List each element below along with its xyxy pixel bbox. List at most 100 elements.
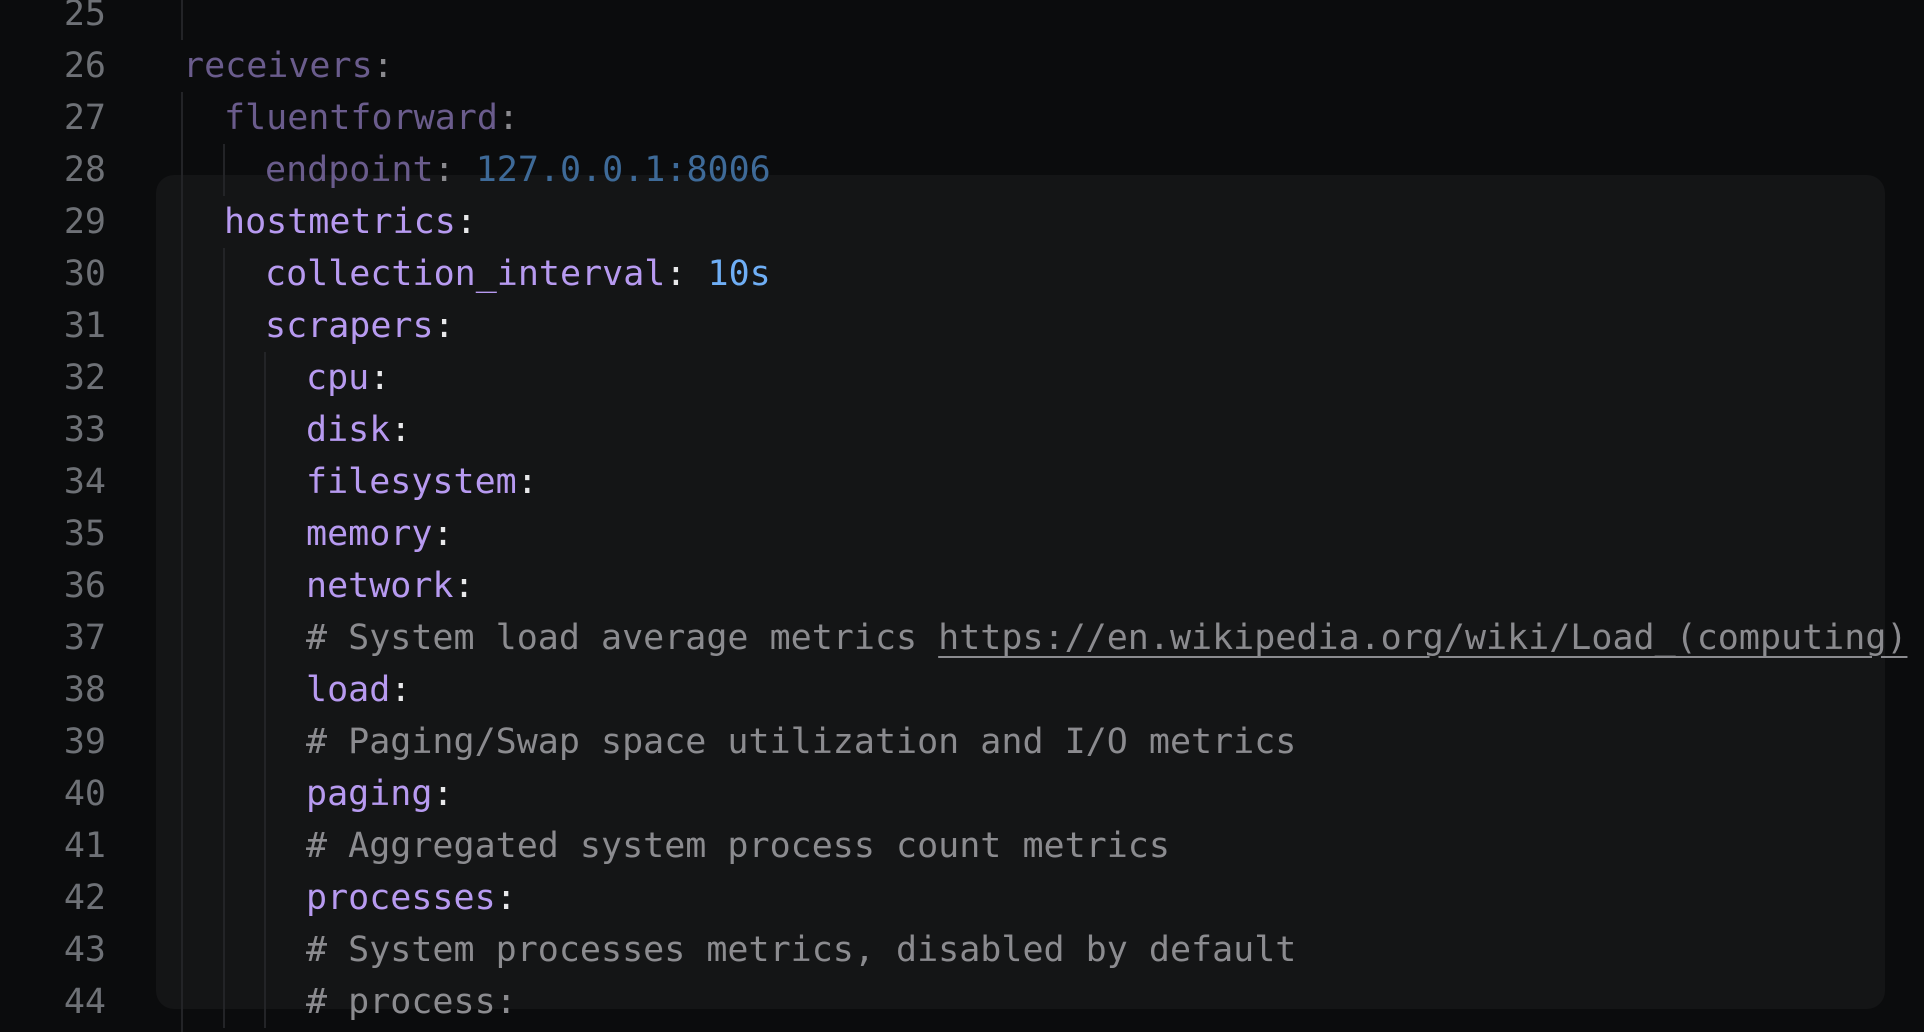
line-number: 41 <box>63 826 106 866</box>
line-number: 26 <box>63 46 106 86</box>
colon: : <box>390 670 412 710</box>
code-text: # System processes metrics, disabled by … <box>306 924 1296 976</box>
code-text: scrapers: <box>265 300 455 352</box>
line-number: 43 <box>63 930 106 970</box>
line-number: 45 <box>0 1028 106 1032</box>
indent-guide <box>223 820 225 872</box>
code-line[interactable]: 37 # System load average metrics https://… <box>0 612 1924 664</box>
indent-guide <box>223 560 225 612</box>
indent-guide <box>264 872 266 924</box>
yaml-value: 10s <box>707 254 771 294</box>
code-text: collection_interval: 10s <box>265 248 771 300</box>
line-number: 25 <box>63 0 106 34</box>
code-line[interactable]: 36 network: <box>0 560 1924 612</box>
indent-guide <box>223 300 225 352</box>
code-line[interactable]: 31 scrapers: <box>0 300 1924 352</box>
colon: : <box>369 358 391 398</box>
indent-guide <box>181 872 183 924</box>
yaml-key: filesystem <box>306 462 517 502</box>
code-line[interactable]: 30 collection_interval: 10s <box>0 248 1924 300</box>
yaml-key: scrapers <box>265 306 434 346</box>
code-line[interactable]: 27 fluentforward: <box>0 92 1924 144</box>
code-line[interactable]: 45 jaeger: <box>0 1028 1924 1032</box>
code-line[interactable]: 40 paging: <box>0 768 1924 820</box>
indent-guide <box>181 196 183 248</box>
indent-guide <box>223 144 225 196</box>
code-line[interactable]: 26 receivers: <box>0 40 1924 92</box>
line-number: 39 <box>63 722 106 762</box>
code-line[interactable]: 35 memory: <box>0 508 1924 560</box>
line-number: 27 <box>63 98 106 138</box>
yaml-key: disk <box>306 410 391 450</box>
code-line[interactable]: 38 load: <box>0 664 1924 716</box>
indent-guide <box>181 924 183 976</box>
code-line[interactable]: 32 cpu: <box>0 352 1924 404</box>
indent-guide <box>181 612 183 664</box>
indent-guide <box>264 612 266 664</box>
code-line[interactable]: 41 # Aggregated system process count metr… <box>0 820 1924 872</box>
colon: : <box>433 150 455 190</box>
code-text: # Aggregated system process count metric… <box>306 820 1170 872</box>
code-text: receivers: <box>183 40 394 92</box>
colon: : <box>390 410 412 450</box>
line-number: 29 <box>63 202 106 242</box>
code-line[interactable]: 39 # Paging/Swap space utilization and I/… <box>0 716 1924 768</box>
colon: : <box>453 566 475 606</box>
code-line[interactable]: 43 # System processes metrics, disabled b… <box>0 924 1924 976</box>
line-number: 34 <box>63 462 106 502</box>
line-number: 36 <box>63 566 106 606</box>
indent-guide <box>181 976 183 1028</box>
indent-guide <box>223 456 225 508</box>
yaml-key: fluentforward <box>224 98 498 138</box>
code-line[interactable]: 28 endpoint: 127.0.0.1:8006 <box>0 144 1924 196</box>
code-text: fluentforward: <box>224 92 519 144</box>
code-line[interactable]: 29 hostmetrics: <box>0 196 1924 248</box>
yaml-comment: # System load average metrics <box>306 618 939 658</box>
yaml-key: network <box>306 566 454 606</box>
yaml-key: paging <box>306 774 433 814</box>
code-text: jaeger: <box>224 1028 372 1032</box>
indent-guide <box>223 352 225 404</box>
code-line[interactable]: 33 disk: <box>0 404 1924 456</box>
line-number: 44 <box>63 982 106 1022</box>
code-line[interactable]: 34 filesystem: <box>0 456 1924 508</box>
colon: : <box>433 306 455 346</box>
indent-guide <box>223 976 225 1028</box>
indent-guide <box>264 352 266 404</box>
indent-guide <box>223 872 225 924</box>
code-text: # process: <box>306 976 517 1028</box>
code-line[interactable]: 42 processes: <box>0 872 1924 924</box>
code-line[interactable]: 44 # process: <box>0 976 1924 1028</box>
indent-guide <box>264 716 266 768</box>
line-number: 38 <box>63 670 106 710</box>
code-line[interactable]: 25 <box>0 0 1924 40</box>
code-text: # System load average metrics https://en… <box>306 612 1907 664</box>
yaml-key: endpoint <box>265 150 434 190</box>
colon: : <box>516 462 538 502</box>
yaml-key: hostmetrics <box>224 202 456 242</box>
line-number: 30 <box>63 254 106 294</box>
code-text: hostmetrics: <box>224 196 477 248</box>
code-text: memory: <box>306 508 454 560</box>
indent-guide <box>181 0 183 40</box>
indent-guide <box>223 612 225 664</box>
yaml-comment: # System processes metrics, disabled by … <box>306 930 1297 970</box>
yaml-comment: # Paging/Swap space utilization and I/O … <box>306 722 1297 762</box>
comment-link[interactable]: https://en.wikipedia.org/wiki/Load_(comp… <box>938 618 1907 658</box>
line-number: 28 <box>63 150 106 190</box>
indent-guide <box>264 820 266 872</box>
code-text: network: <box>306 560 475 612</box>
colon: : <box>495 878 517 918</box>
indent-guide <box>223 768 225 820</box>
colon: : <box>455 202 477 242</box>
indent-guide <box>223 404 225 456</box>
indent-guide <box>223 248 225 300</box>
code-editor[interactable]: 25 26 receivers: 27 fluentforward: 28 endpoint… <box>0 0 1924 1032</box>
colon: : <box>432 514 454 554</box>
line-number: 33 <box>63 410 106 450</box>
indent-guide <box>223 716 225 768</box>
yaml-key: receivers <box>183 46 373 86</box>
code-text: processes: <box>306 872 517 924</box>
indent-guide <box>264 404 266 456</box>
indent-guide <box>181 248 183 300</box>
